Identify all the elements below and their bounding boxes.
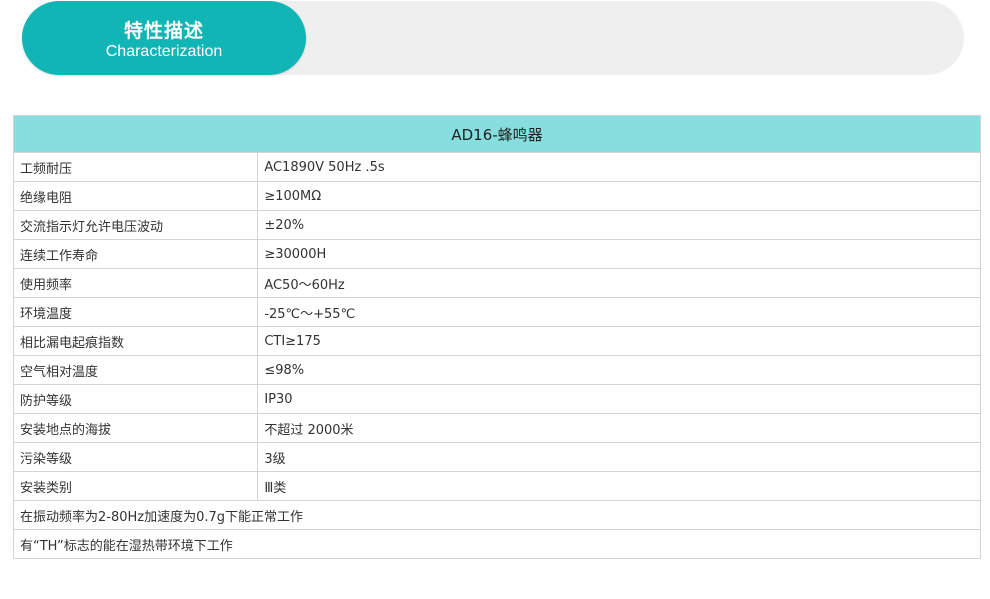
table-title: AD16-蜂鸣器 [13,115,981,153]
row-value: Ⅲ类 [257,471,981,501]
table-note: 有“TH”标志的能在湿热带环境下工作 [13,529,981,559]
row-label: 连续工作寿命 [12,239,259,269]
table-row: 相比漏电起痕指数 CTI≥175 [12,326,981,356]
row-label: 防护等级 [12,384,259,414]
table-row: 环境温度 -25℃～+55℃ [12,297,981,327]
table-row: 交流指示灯允许电压波动 ±20% [12,210,981,240]
table-header-row: AD16-蜂鸣器 [13,115,981,153]
table-row: 污染等级 3级 [12,442,981,472]
row-value: AC1890V 50Hz .5s [257,152,981,182]
row-value: ±20% [257,210,981,240]
table-row: 空气相对温度 ≤98% [12,355,981,385]
row-value: 3级 [257,442,981,472]
section-header-badge: 特性描述 Characterization [22,1,306,75]
table-row: 工频耐压 AC1890V 50Hz .5s [12,152,981,182]
section-subtitle: Characterization [105,43,223,60]
row-label: 相比漏电起痕指数 [12,326,259,356]
row-label: 空气相对温度 [12,355,259,385]
row-label: 绝缘电阻 [12,181,259,211]
table-row: 安装类别 Ⅲ类 [12,471,981,501]
row-label: 工频耐压 [12,152,259,182]
spec-table: AD16-蜂鸣器 工频耐压 AC1890V 50Hz .5s 绝缘电阻 ≥100… [12,115,981,559]
row-label: 安装类别 [12,471,259,501]
table-row: 安装地点的海拔 不超过 2000米 [12,413,981,443]
table-note-row: 有“TH”标志的能在湿热带环境下工作 [13,529,981,559]
row-value: ≥100MΩ [257,181,981,211]
row-value: 不超过 2000米 [257,413,981,443]
row-value: IP30 [257,384,981,414]
row-value: AC50～60Hz [257,268,981,298]
row-label: 安装地点的海拔 [12,413,259,443]
row-label: 使用频率 [12,268,259,298]
table-note-row: 在振动频率为2-80Hz加速度为0.7g下能正常工作 [13,500,981,530]
table-row: 连续工作寿命 ≥30000H [12,239,981,269]
row-label: 污染等级 [12,442,259,472]
row-label: 交流指示灯允许电压波动 [12,210,259,240]
table-note: 在振动频率为2-80Hz加速度为0.7g下能正常工作 [13,500,981,530]
row-value: ≤98% [257,355,981,385]
row-value: ≥30000H [257,239,981,269]
row-value: CTI≥175 [257,326,981,356]
row-value: -25℃～+55℃ [257,297,981,327]
section-title: 特性描述 [123,20,204,42]
table-row: 绝缘电阻 ≥100MΩ [12,181,981,211]
table-row: 防护等级 IP30 [12,384,981,414]
table-row: 使用频率 AC50～60Hz [12,268,981,298]
row-label: 环境温度 [12,297,259,327]
